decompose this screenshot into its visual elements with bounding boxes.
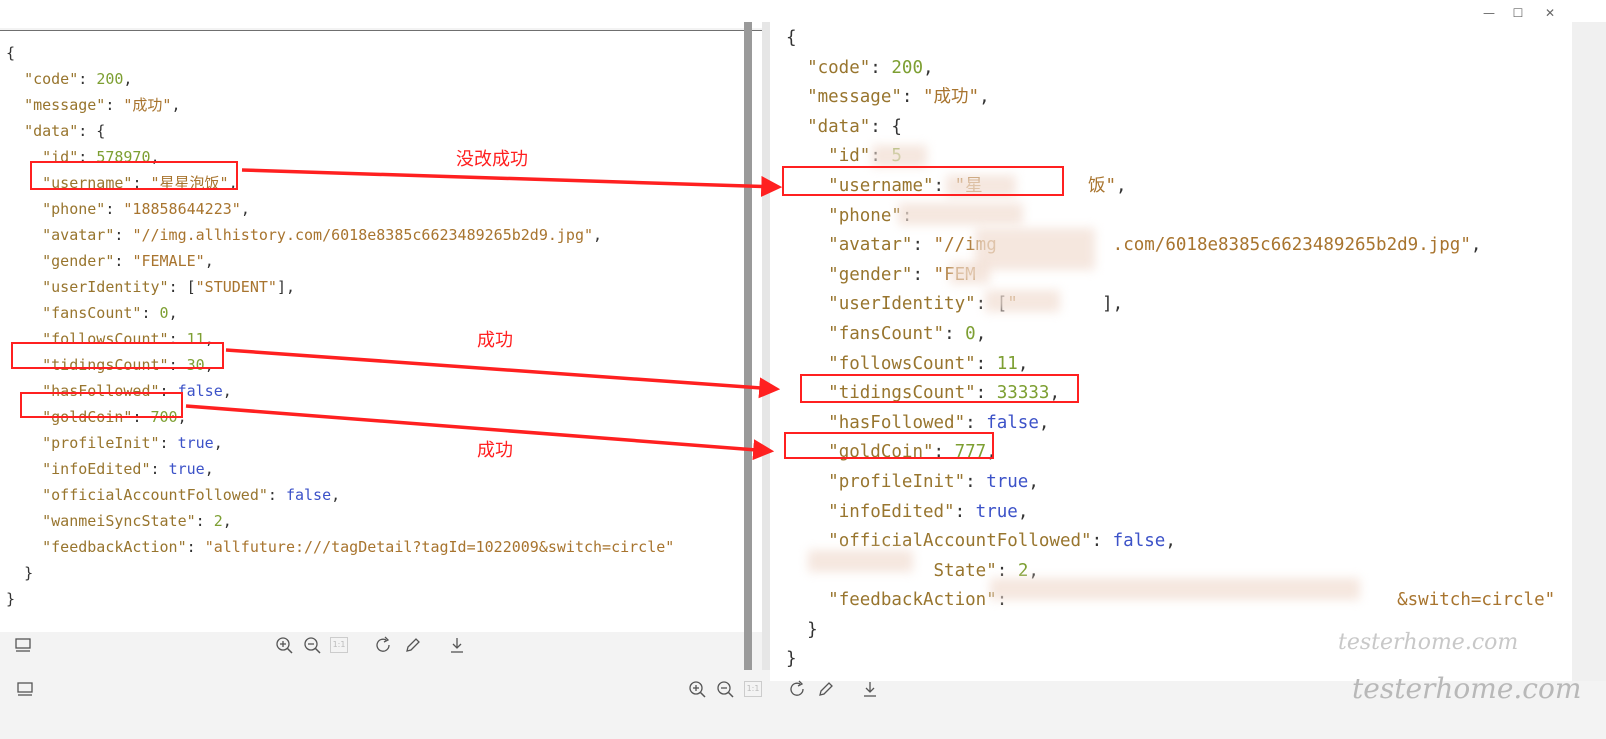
thumbnail-panel-icon[interactable] [12, 634, 34, 656]
annotation-not-changed: 没改成功 [456, 149, 528, 170]
actual-size-button[interactable]: 1:1 [330, 637, 348, 653]
zoom-out-icon[interactable] [714, 678, 736, 700]
left-toolbar: 1:1 [0, 632, 744, 662]
zoom-in-icon[interactable] [686, 678, 708, 700]
zoom-in-icon[interactable] [273, 634, 295, 656]
annotation-success-gold: 成功 [477, 440, 513, 461]
rotate-icon[interactable] [787, 678, 809, 700]
edit-pencil-icon[interactable] [402, 634, 424, 656]
annotation-arrows [185, 168, 783, 461]
watermark-lower: testerhome.com [1352, 672, 1582, 705]
watermark-upper: testerhome.com [1338, 630, 1519, 655]
annotation-success-tidings: 成功 [477, 330, 513, 351]
actual-size-button[interactable]: 1:1 [744, 681, 762, 697]
arrow-username [241, 168, 783, 197]
edit-pencil-icon[interactable] [815, 678, 837, 700]
arrow-tidings [225, 348, 781, 399]
rotate-icon[interactable] [373, 634, 395, 656]
download-icon[interactable] [446, 634, 468, 656]
download-icon[interactable] [859, 678, 881, 700]
zoom-out-icon[interactable] [301, 634, 323, 656]
thumbnail-panel-icon[interactable] [14, 678, 36, 700]
